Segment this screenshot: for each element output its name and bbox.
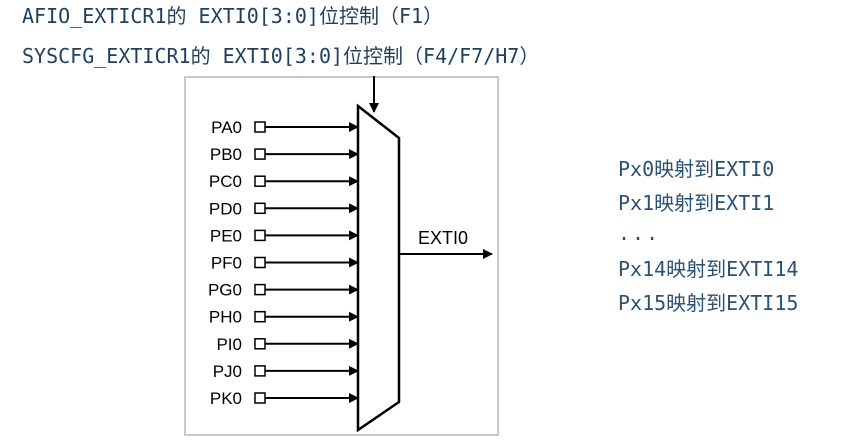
input-pin-box (254, 256, 266, 269)
heading-afio-exticr1: AFIO_EXTICR1的 EXTI0[3:0]位控制（F1） (22, 4, 444, 28)
mapping-item-px0: Px0映射到EXTI0 (618, 157, 775, 181)
input-pin-box (254, 121, 266, 133)
input-pin-box (254, 202, 266, 215)
multiplexer-shape (356, 103, 401, 433)
mux-diagram: EXTI0 PA0 PB0 PC0 PD0 PE0 PF0 PG0 PH0 PI0 PJ0 PK0 (184, 76, 500, 442)
input-label: PK0 (210, 389, 242, 408)
input-pin-box (254, 310, 266, 323)
heading-syscfg-exticr1: SYSCFG_EXTICR1的 EXTI0[3:0]位控制（F4/F7/H7） (22, 44, 540, 68)
mapping-item-px14: Px14映射到EXTI14 (618, 257, 799, 281)
input-label: PH0 (209, 308, 242, 327)
mapping-item-px15: Px15映射到EXTI15 (618, 291, 799, 315)
input-label: PE0 (210, 226, 242, 245)
mapping-list: Px0映射到EXTI0 Px1映射到EXTI1 ... Px14映射到EXTI1… (618, 152, 798, 320)
output-label: EXTI0 (418, 228, 468, 248)
input-label: PC0 (209, 172, 242, 191)
input-label: PG0 (208, 281, 242, 300)
input-label: PJ0 (213, 362, 242, 381)
input-label: PB0 (210, 145, 242, 164)
input-pin-box (254, 229, 266, 242)
input-pin-box (254, 365, 266, 377)
input-label: PF0 (211, 254, 242, 273)
input-label: PI0 (216, 335, 242, 354)
input-pin-box (254, 175, 266, 187)
input-label: PD0 (209, 199, 242, 218)
input-pin-box (254, 148, 266, 160)
input-pin-box (254, 338, 266, 350)
mapping-ellipsis: ... (618, 221, 661, 245)
input-label: PA0 (211, 118, 242, 137)
input-pin-box (254, 392, 266, 404)
mapping-item-px1: Px1映射到EXTI1 (618, 191, 775, 215)
input-pin-box (254, 283, 266, 296)
